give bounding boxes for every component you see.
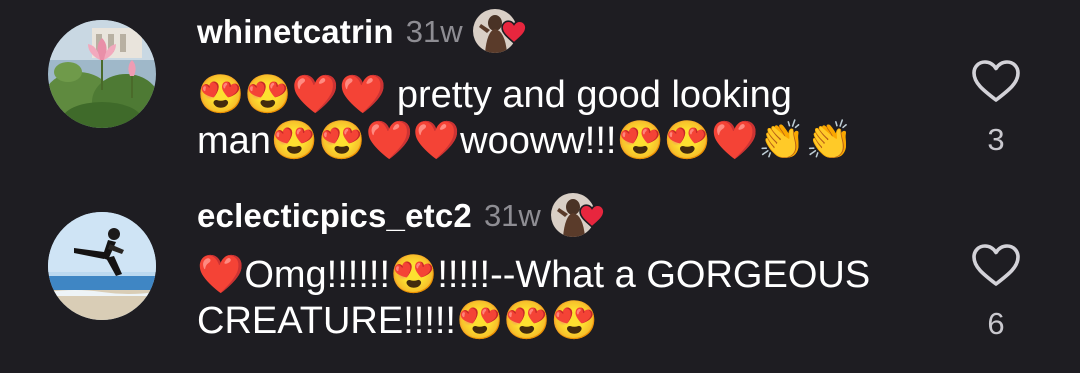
username[interactable]: whinetcatrin [197, 13, 394, 51]
heart-outline-icon[interactable] [970, 242, 1022, 288]
comment-header: whinetcatrin 31w [197, 6, 527, 58]
heart-outline-icon[interactable] [970, 58, 1022, 104]
liked-by-author-badge [472, 7, 527, 57]
comment-line: ❤️Omg!!!!!!😍!!!!!--What a GORGEOUS [197, 254, 871, 296]
like-column: 3 [970, 58, 1022, 158]
avatar[interactable] [48, 212, 156, 320]
username[interactable]: eclecticpics_etc2 [197, 197, 472, 235]
comment-line: CREATURE!!!!!😍😍😍 [197, 300, 598, 342]
comment-item: whinetcatrin 31w 😍😍❤️❤️ pretty and good … [0, 0, 1080, 180]
like-count: 6 [987, 306, 1005, 341]
like-column: 6 [970, 242, 1022, 342]
timestamp: 31w [483, 198, 541, 233]
comment-item: eclecticpics_etc2 31w ❤️Omg!!!!!!😍!!!!!-… [0, 180, 1080, 373]
comment-text: 😍😍❤️❤️ pretty and good looking man😍😍❤️❤️… [197, 72, 917, 164]
comment-line: 😍😍❤️❤️ pretty and good looking [197, 74, 792, 116]
avatar[interactable] [48, 20, 156, 128]
comment-header: eclecticpics_etc2 31w [197, 190, 605, 242]
heart-badge-icon [500, 20, 527, 44]
lotus-avatar-image [48, 20, 156, 128]
comment-text: ❤️Omg!!!!!!😍!!!!!--What a GORGEOUS CREAT… [197, 252, 917, 344]
timestamp: 31w [405, 14, 463, 49]
heart-badge-icon [579, 204, 605, 228]
liked-by-author-badge [550, 191, 605, 241]
comments-list: whinetcatrin 31w 😍😍❤️❤️ pretty and good … [0, 0, 1080, 373]
like-count: 3 [987, 122, 1005, 157]
comment-line: man😍😍❤️❤️wooww!!!😍😍❤️👏👏 [197, 120, 854, 162]
kick-avatar-image [48, 212, 156, 320]
